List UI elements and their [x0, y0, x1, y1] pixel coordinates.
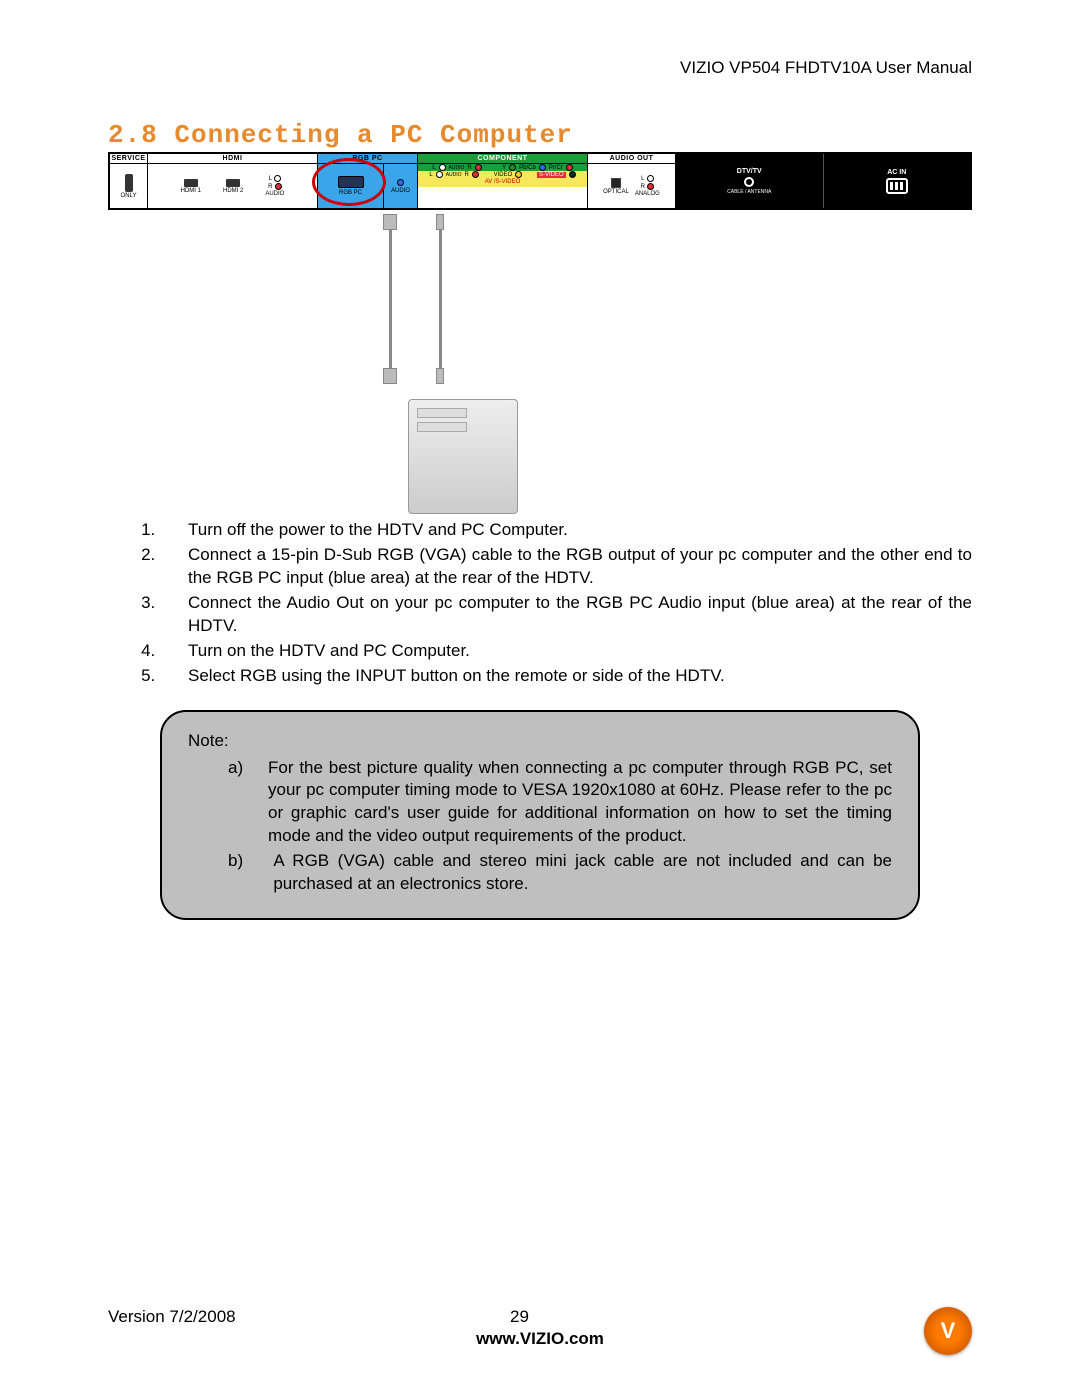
note-box: Note: a) For the best picture quality wh…	[160, 710, 920, 921]
vga-cable-icon	[378, 214, 402, 384]
jack-white-icon	[274, 175, 281, 182]
audio-r-label: R	[268, 184, 272, 190]
av-svideo-label: S-VIDEO	[537, 172, 566, 178]
jack-white-icon	[436, 171, 443, 178]
tv-rear-panel: SERVICE ONLY HDMI HDMI 1 HDMI 2 L	[108, 152, 972, 210]
aout-l-label: L	[641, 176, 644, 182]
comp-r-label: R	[467, 165, 471, 171]
jack-white-icon	[647, 175, 654, 182]
hdmi2-port: HDMI 2	[223, 179, 243, 194]
step-1: Turn off the power to the HDTV and PC Co…	[160, 519, 972, 542]
jack-red-icon	[472, 171, 479, 178]
service-port-icon	[125, 174, 133, 192]
footer-version: Version 7/2/2008	[108, 1307, 510, 1327]
page-footer: Version 7/2/2008 29 www.VIZIO.com V	[108, 1307, 972, 1349]
vizio-logo-icon: V	[924, 1307, 972, 1355]
acin-section: AC IN	[824, 154, 971, 208]
audioout-header: AUDIO OUT	[588, 154, 675, 164]
jack-green-icon	[509, 164, 516, 171]
jack-white-icon	[439, 164, 446, 171]
step-4: Turn on the HDTV and PC Computer.	[160, 640, 972, 663]
comp-pr-label: Pr/Cr	[549, 165, 563, 171]
audio-cable-icon	[428, 214, 452, 384]
rgbpc-port-label: RGB PC	[339, 190, 362, 196]
panel-audio-out: AUDIO OUT OPTICAL L R ANALOG	[588, 154, 676, 208]
step-2: Connect a 15-pin D-Sub RGB (VGA) cable t…	[160, 544, 972, 590]
hdmi-port-icon	[226, 179, 240, 187]
panel-service: SERVICE ONLY	[110, 154, 148, 208]
note-item-b: b) A RGB (VGA) cable and stereo mini jac…	[188, 850, 892, 896]
audio-l-label: L	[269, 176, 272, 182]
jack-blue-icon	[539, 164, 546, 171]
panel-black-zone: DTV/TV CABLE / ANTENNA AC IN	[676, 154, 970, 208]
hdmi2-label: HDMI 2	[223, 188, 243, 194]
jack-red-icon	[475, 164, 482, 171]
optical-label: OPTICAL	[603, 189, 629, 195]
dtv-label: DTV/TV	[737, 168, 762, 175]
optical-port-icon	[611, 178, 621, 188]
av-audio-label: AUDIO	[446, 172, 462, 178]
aout-r-label: R	[641, 184, 645, 190]
manual-title: VIZIO VP504 FHDTV10A User Manual	[108, 58, 972, 78]
step-5: Select RGB using the INPUT button on the…	[160, 665, 972, 688]
av-l-label: L	[429, 172, 432, 178]
vga-port-icon	[338, 176, 364, 188]
coax-port-icon	[744, 177, 754, 187]
acin-label: AC IN	[887, 169, 906, 176]
jack-red-icon	[566, 164, 573, 171]
note-text-b: A RGB (VGA) cable and stereo mini jack c…	[273, 850, 892, 896]
note-item-a: a) For the best picture quality when con…	[188, 757, 892, 849]
note-letter-a: a)	[188, 757, 234, 849]
hdmi1-port: HDMI 1	[181, 179, 201, 194]
svideo-port-icon	[569, 171, 576, 178]
rgbpc-header: RGB PC	[318, 154, 417, 164]
audio-jack-icon	[397, 179, 404, 186]
pc-tower-icon	[408, 399, 518, 514]
service-only-label: ONLY	[121, 193, 137, 199]
hdmi1-label: HDMI 1	[181, 188, 201, 194]
cable-antenna-label: CABLE / ANTENNA	[727, 189, 771, 195]
panel-component: COMPONENT LAUDIOR YPb/CbPr/Cr LAUDIOR VI…	[418, 154, 588, 208]
hdmi-port-icon	[184, 179, 198, 187]
instruction-list: Turn off the power to the HDTV and PC Co…	[160, 519, 972, 688]
component-header: COMPONENT	[418, 154, 587, 164]
service-header: SERVICE	[110, 154, 147, 164]
note-text-a: For the best picture quality when connec…	[268, 757, 892, 849]
analog-label: ANALOG	[635, 191, 660, 197]
hdmi-audio: L R AUDIO	[265, 175, 284, 197]
jack-red-icon	[275, 183, 282, 190]
comp-audio-label: AUDIO	[449, 165, 465, 171]
hdmi-audio-label: AUDIO	[265, 191, 284, 197]
note-title: Note:	[188, 730, 892, 753]
step-3: Connect the Audio Out on your pc compute…	[160, 592, 972, 638]
av-video-label: VIDEO	[494, 172, 513, 178]
comp-pb-label: Pb/Cb	[519, 165, 536, 171]
av-r-label: R	[465, 172, 469, 178]
footer-page-number: 29	[510, 1307, 570, 1327]
section-heading: 2.8 Connecting a PC Computer	[108, 120, 972, 150]
rgbpc-audio-label: AUDIO	[391, 188, 410, 194]
comp-y-label: Y	[502, 165, 506, 171]
jack-red-icon	[647, 183, 654, 190]
note-letter-b: b)	[188, 850, 239, 896]
hdmi-header: HDMI	[148, 154, 317, 164]
ac-plug-icon	[886, 178, 908, 194]
panel-rgb-pc: RGB PC RGB PC AUDIO	[318, 154, 418, 208]
av-footer-label: AV /S-VIDEO	[418, 178, 587, 187]
comp-l-label: L	[432, 165, 435, 171]
dtv-section: DTV/TV CABLE / ANTENNA	[676, 154, 823, 208]
jack-yellow-icon	[515, 171, 522, 178]
footer-url: www.VIZIO.com	[108, 1329, 972, 1349]
connection-diagram	[368, 214, 628, 519]
panel-hdmi: HDMI HDMI 1 HDMI 2 L R AUDIO	[148, 154, 318, 208]
